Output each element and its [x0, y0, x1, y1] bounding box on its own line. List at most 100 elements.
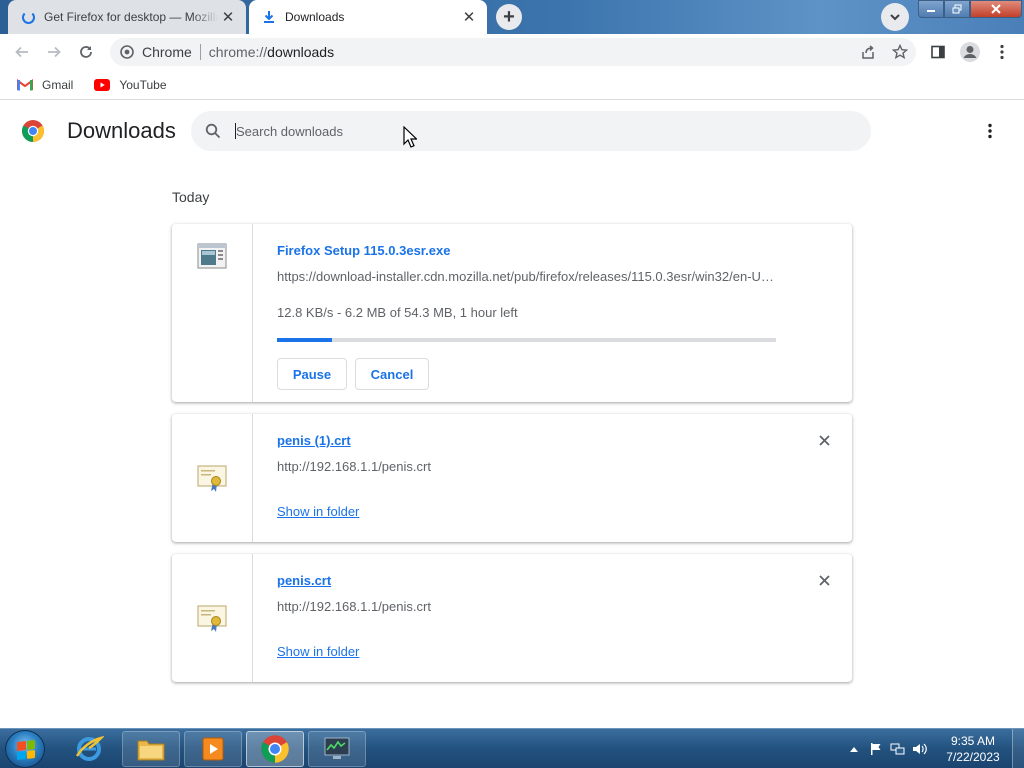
taskbar-task-manager[interactable]: [308, 731, 366, 767]
download-file-name[interactable]: penis.crt: [277, 573, 331, 588]
taskbar-media-player[interactable]: [184, 731, 242, 767]
more-vertical-icon: [988, 123, 992, 139]
minimize-icon: [927, 10, 935, 12]
bookmark-youtube[interactable]: YouTube: [89, 73, 170, 97]
close-icon: [818, 574, 830, 586]
restore-button[interactable]: [944, 0, 970, 18]
browser-toolbar: Chrome chrome://downloads: [0, 34, 1024, 70]
installer-file-icon: [197, 243, 227, 269]
action-center-flag-icon[interactable]: [867, 740, 885, 758]
folder-icon: [137, 740, 165, 761]
start-button[interactable]: [5, 730, 45, 768]
tab-search-button[interactable]: [881, 3, 909, 31]
share-icon: [862, 45, 874, 59]
file-icon-column: [172, 414, 253, 542]
avatar-icon: [960, 42, 980, 62]
windows-taskbar: 9:35 AM 7/22/2023: [0, 728, 1024, 768]
chrome-logo-icon: [21, 119, 45, 143]
download-item: Firefox Setup 115.0.3esr.exe https://dow…: [172, 224, 852, 402]
bookmark-star-button[interactable]: [884, 38, 916, 66]
date-group-heading: Today: [172, 189, 210, 205]
star-icon: [892, 44, 908, 60]
site-chip-label: Chrome: [142, 44, 192, 60]
taskbar-file-explorer[interactable]: [122, 731, 180, 767]
url-host: downloads: [267, 44, 335, 60]
internet-explorer-icon: [75, 735, 104, 761]
search-icon: [204, 122, 222, 140]
certificate-file-icon: [197, 605, 227, 632]
download-source-url[interactable]: https://download-installer.cdn.mozilla.n…: [277, 269, 777, 284]
download-file-name[interactable]: penis (1).crt: [277, 433, 351, 448]
back-button[interactable]: [8, 38, 36, 66]
show-hidden-icons-button[interactable]: [845, 740, 863, 758]
more-vertical-icon: [1000, 44, 1004, 60]
side-panel-button[interactable]: [924, 38, 952, 66]
show-in-folder-link[interactable]: Show in folder: [277, 504, 359, 519]
remove-download-button[interactable]: [814, 570, 834, 590]
show-desktop-button[interactable]: [1012, 729, 1024, 768]
download-file-name[interactable]: Firefox Setup 115.0.3esr.exe: [277, 243, 450, 258]
profile-button[interactable]: [956, 38, 984, 66]
file-icon-column: [172, 554, 253, 682]
back-arrow-icon: [15, 46, 28, 58]
window-controls: [918, 0, 1022, 18]
tab-firefox[interactable]: Get Firefox for desktop — Mozilla ✕: [8, 0, 246, 34]
address-bar[interactable]: Chrome chrome://downloads: [110, 38, 916, 66]
url-text: chrome://downloads: [209, 44, 334, 60]
windows-logo-icon: [17, 740, 35, 760]
taskbar-chrome[interactable]: [246, 731, 304, 767]
download-item: penis (1).crt http://192.168.1.1/penis.c…: [172, 414, 852, 542]
new-tab-button[interactable]: +: [496, 4, 522, 30]
url-scheme: chrome://: [208, 44, 268, 60]
chevron-down-icon: [890, 14, 900, 21]
bookmark-label: YouTube: [119, 77, 167, 92]
bookmark-gmail[interactable]: Gmail: [12, 73, 77, 97]
search-input[interactable]: [236, 123, 836, 139]
page-title: Downloads: [67, 118, 176, 143]
cancel-button[interactable]: Cancel: [355, 358, 429, 390]
close-tab-icon[interactable]: ✕: [218, 7, 238, 27]
loading-spinner-icon: [20, 9, 36, 25]
tab-title: Get Firefox for desktop — Mozilla: [44, 10, 218, 24]
chrome-icon: [119, 44, 135, 60]
remove-download-button[interactable]: [814, 430, 834, 450]
close-tab-icon[interactable]: ✕: [459, 7, 479, 27]
mouse-cursor-icon: [403, 126, 417, 148]
bookmark-label: Gmail: [42, 77, 74, 92]
taskbar-clock[interactable]: 9:35 AM 7/22/2023: [940, 733, 1006, 765]
show-in-folder-link[interactable]: Show in folder: [277, 644, 359, 659]
download-source-url[interactable]: http://192.168.1.1/penis.crt: [277, 599, 431, 614]
download-icon: [261, 9, 277, 25]
search-bar: [191, 111, 871, 151]
gmail-icon: [16, 78, 34, 92]
monitor-icon: [324, 737, 350, 759]
forward-button[interactable]: [40, 38, 68, 66]
download-item: penis.crt http://192.168.1.1/penis.crt S…: [172, 554, 852, 682]
bookmarks-bar: Gmail YouTube: [0, 70, 1024, 100]
restore-icon: [952, 4, 962, 14]
reload-button[interactable]: [72, 38, 100, 66]
tab-downloads[interactable]: Downloads ✕: [249, 0, 487, 34]
pause-button[interactable]: Pause: [277, 358, 347, 390]
close-icon: [818, 434, 830, 446]
reload-icon: [80, 46, 92, 58]
volume-icon[interactable]: [911, 740, 929, 758]
downloads-menu-button[interactable]: [978, 119, 1002, 143]
youtube-icon: [93, 78, 111, 92]
media-player-icon: [202, 737, 224, 761]
certificate-file-icon: [197, 465, 227, 492]
taskbar-internet-explorer[interactable]: [60, 731, 118, 767]
downloads-header: Downloads: [0, 101, 1024, 161]
close-window-button[interactable]: [970, 0, 1022, 18]
system-tray: [843, 729, 931, 768]
chrome-menu-button[interactable]: [988, 38, 1016, 66]
clock-date: 7/22/2023: [946, 750, 1000, 764]
share-button[interactable]: [852, 38, 884, 66]
download-source-url[interactable]: http://192.168.1.1/penis.crt: [277, 459, 431, 474]
clock-time: 9:35 AM: [950, 734, 996, 748]
progress-fill: [277, 338, 332, 342]
minimize-button[interactable]: [918, 0, 944, 18]
network-icon[interactable]: [889, 740, 907, 758]
chrome-icon: [261, 735, 289, 763]
forward-arrow-icon: [48, 46, 61, 58]
